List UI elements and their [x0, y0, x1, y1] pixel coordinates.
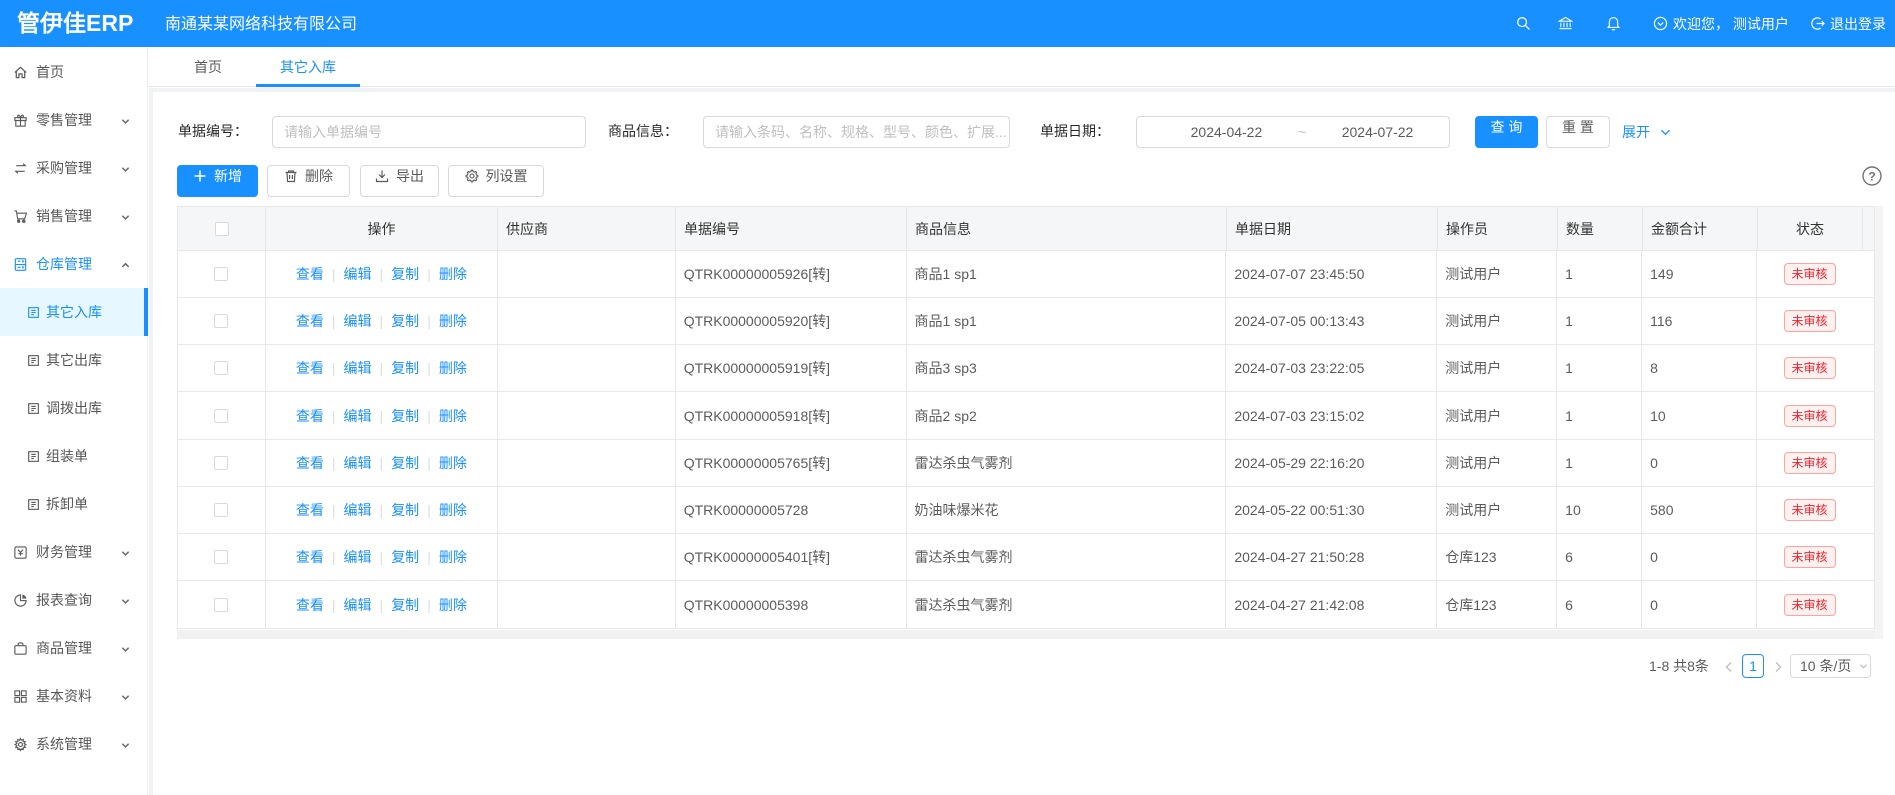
- svg-text:?: ?: [1868, 169, 1875, 183]
